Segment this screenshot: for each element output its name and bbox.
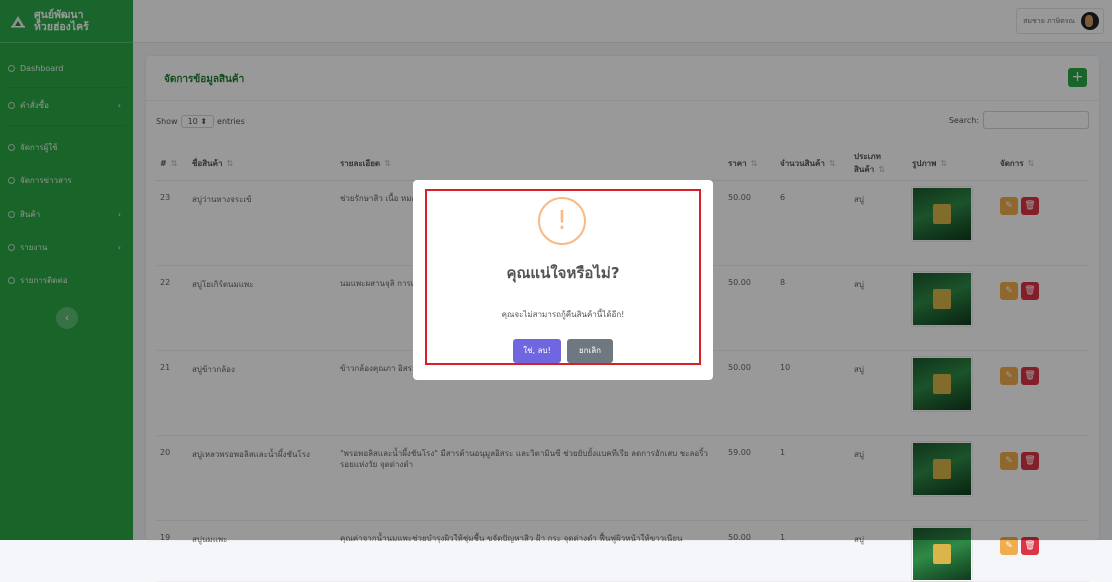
pencil-icon: ✎ bbox=[1005, 541, 1013, 551]
dialog-highlight-outline bbox=[425, 189, 701, 365]
trash-icon: 🗑 bbox=[1024, 541, 1036, 551]
